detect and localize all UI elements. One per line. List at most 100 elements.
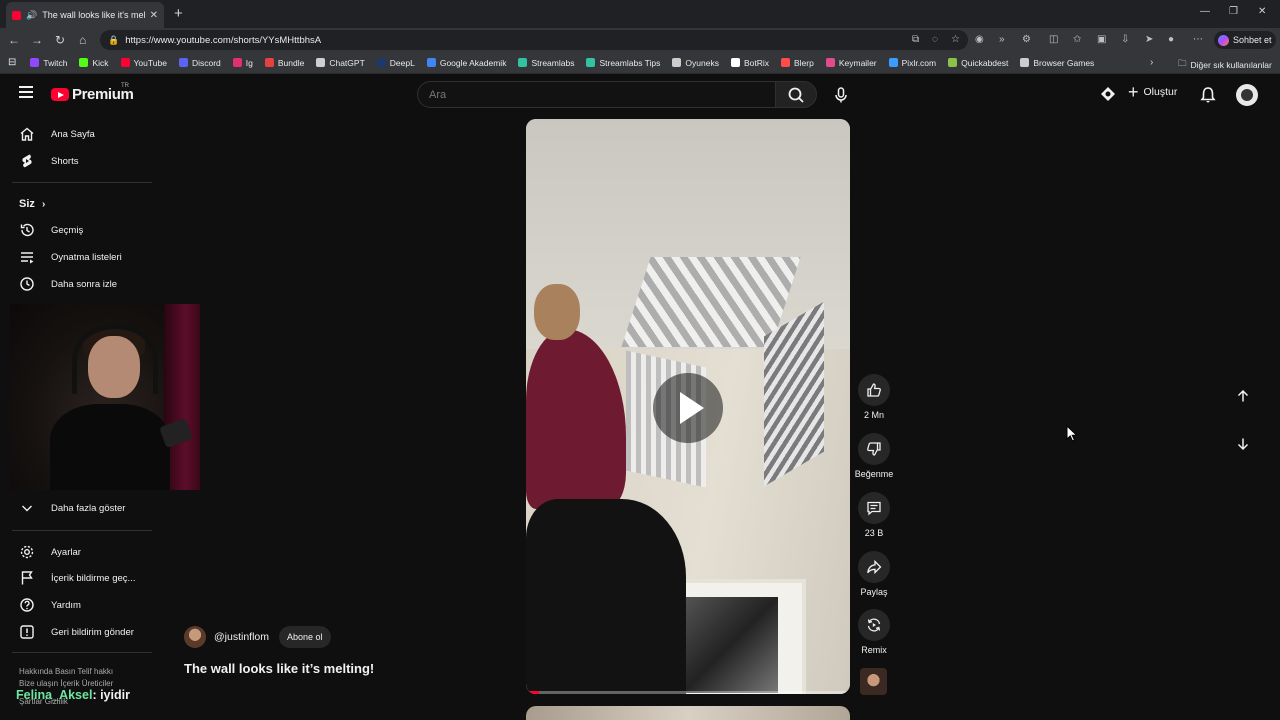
download-icon[interactable]: ⇩ <box>1121 34 1129 45</box>
bookmark-item[interactable]: Quickabdest <box>948 58 1008 68</box>
collections-icon[interactable]: ▣ <box>1097 34 1106 45</box>
account-avatar[interactable] <box>1236 84 1258 106</box>
profile-icon[interactable]: ● <box>1168 34 1174 45</box>
sidebar-item-home[interactable]: Ana Sayfa <box>0 121 156 147</box>
bookmark-item[interactable]: DeepL <box>376 58 415 68</box>
bookmark-label: BotRix <box>743 57 769 68</box>
speaker-icon[interactable]: 🔊 <box>26 10 37 21</box>
notifications-bell-icon[interactable] <box>1200 86 1216 104</box>
bookmark-item[interactable]: Google Akademik <box>426 58 506 68</box>
previous-short-button[interactable] <box>1228 381 1258 411</box>
search-input[interactable]: Ara <box>417 81 775 108</box>
shorts-video-player[interactable] <box>526 119 850 694</box>
next-short-preview[interactable] <box>526 706 850 720</box>
menu-icon[interactable] <box>19 86 33 98</box>
bookmark-item[interactable]: Ig <box>232 58 253 68</box>
browser-tab[interactable]: 🔊 The wall looks like it's melting ✕ <box>6 2 164 28</box>
sidebar-item-history[interactable]: Geçmiş <box>0 217 156 243</box>
subscribe-button[interactable]: Abone ol <box>279 626 331 648</box>
share-button[interactable] <box>858 551 890 583</box>
bookmark-item[interactable]: Twitch <box>30 58 67 68</box>
reload-icon[interactable]: ↻ <box>55 33 65 47</box>
back-icon[interactable]: ← <box>8 33 20 47</box>
url-bar[interactable]: 🔒 https://www.youtube.com/shorts/YYsMHtt… <box>100 30 968 50</box>
bookmark-item[interactable]: Kick <box>79 57 109 68</box>
sound-source-thumbnail[interactable] <box>860 668 887 695</box>
sidebar-show-more[interactable]: Daha fazla göster <box>0 495 156 521</box>
bookmark-item[interactable]: Streamlabs Tips <box>586 58 660 68</box>
sidebar-item-label: Daha sonra izle <box>51 278 118 290</box>
share-icon[interactable]: ➤ <box>1145 34 1153 45</box>
sidebar-item-watch-later[interactable]: Daha sonra izle <box>0 271 156 297</box>
sidebar-you-heading[interactable]: Siz › <box>19 198 45 210</box>
app-available-icon[interactable]: ⧉ <box>912 34 919 45</box>
favorites-icon[interactable]: ✩ <box>1073 34 1081 45</box>
bookmark-item[interactable]: BotRix <box>730 57 769 68</box>
other-bookmarks[interactable]: 🗀 Diğer sık kullanılanlar <box>1178 58 1272 72</box>
bookmark-item[interactable]: Blerp <box>781 58 814 68</box>
comments-button[interactable] <box>858 492 890 524</box>
bookmark-item[interactable]: Streamlabs <box>518 58 574 68</box>
bookmark-item[interactable]: Discord <box>178 58 221 68</box>
sidebar-item-playlists[interactable]: Oynatma listeleri <box>0 244 156 270</box>
sidebar-item-settings[interactable]: Ayarlar <box>0 539 156 565</box>
thumbs-up-icon <box>867 383 881 397</box>
close-tab-icon[interactable]: ✕ <box>150 10 158 21</box>
bookmark-item[interactable]: YouTube <box>120 58 167 68</box>
youtube-premium-logo[interactable]: Premium TR <box>51 83 134 103</box>
gear-icon <box>20 545 34 559</box>
sidebar-item-label: İçerik bildirme geç... <box>51 572 136 584</box>
bookmark-favicon-icon <box>178 58 188 67</box>
restore-icon[interactable]: ❐ <box>1229 6 1238 17</box>
remix-button[interactable] <box>858 609 890 641</box>
sidebar-item-report-history[interactable]: İçerik bildirme geç... <box>0 565 156 591</box>
connected-apps-icon[interactable] <box>1100 86 1116 102</box>
home-icon[interactable]: ⌂ <box>79 33 86 47</box>
sidebar-item-help[interactable]: Yardım <box>0 592 156 618</box>
video-title[interactable]: The wall looks like it’s melting! <box>184 661 374 676</box>
sidebar-item-shorts[interactable]: Shorts <box>0 148 156 174</box>
close-window-icon[interactable]: ✕ <box>1258 6 1266 17</box>
footer-line[interactable]: Hakkında Basın Telif hakkı <box>19 666 149 678</box>
bookmark-favicon-icon <box>232 58 242 67</box>
favorite-star-icon[interactable]: ☆ <box>951 34 960 45</box>
bookmark-favicon-icon <box>730 58 740 67</box>
bookmark-item[interactable]: Bundle <box>264 58 304 68</box>
feedback-icon <box>20 625 34 639</box>
like-button[interactable] <box>858 374 890 406</box>
bookmarks-icon[interactable]: ⊟ <box>8 57 16 68</box>
sidebar-item-feedback[interactable]: Geri bildirim gönder <box>0 619 156 645</box>
extensions-icon[interactable]: ⚙ <box>1022 34 1031 45</box>
minimize-icon[interactable]: — <box>1200 6 1210 17</box>
bookmark-label: Streamlabs <box>531 57 575 68</box>
extension2-icon[interactable]: » <box>999 34 1005 45</box>
bookmarks-overflow-icon[interactable]: › <box>1150 57 1153 68</box>
search-button[interactable] <box>775 81 817 108</box>
bookmark-item[interactable]: Browser Games <box>1020 58 1094 68</box>
logo-region: TR <box>121 83 129 89</box>
new-tab-icon[interactable]: + <box>174 5 183 22</box>
bookmark-label: Pixlr.com <box>901 57 937 68</box>
bookmark-item[interactable]: ChatGPT <box>316 58 365 68</box>
create-button[interactable]: + Oluştur <box>1128 83 1177 101</box>
extension-icon[interactable]: ◉ <box>975 34 984 45</box>
bookmark-label: Browser Games <box>1033 57 1095 68</box>
microphone-icon[interactable] <box>832 86 850 104</box>
copilot-button[interactable]: Sohbet et <box>1214 31 1276 49</box>
bookmark-item[interactable]: Keymailer <box>825 58 877 68</box>
play-icon[interactable] <box>653 373 723 443</box>
arrow-down-icon <box>1237 438 1249 451</box>
next-short-button[interactable] <box>1228 429 1258 459</box>
bookmarks-bar: ⊟ Twitch Kick YouTube Discord Ig Bundle ChatGP… <box>0 52 1280 74</box>
split-screen-icon[interactable]: ◫ <box>1049 34 1058 45</box>
channel-avatar[interactable] <box>184 626 206 648</box>
dislike-button[interactable] <box>858 433 890 465</box>
forward-icon[interactable]: → <box>31 33 43 47</box>
more-menu-icon[interactable]: ⋯ <box>1193 34 1203 45</box>
channel-name[interactable]: @justinflom <box>214 631 269 643</box>
video-progress-bar[interactable] <box>526 691 850 694</box>
bookmark-label: Kick <box>92 57 109 68</box>
bookmark-item[interactable]: Pixlr.com <box>888 57 937 68</box>
bookmark-item[interactable]: Oyuneks <box>672 58 719 68</box>
tracking-icon[interactable]: ◌ <box>932 34 938 45</box>
